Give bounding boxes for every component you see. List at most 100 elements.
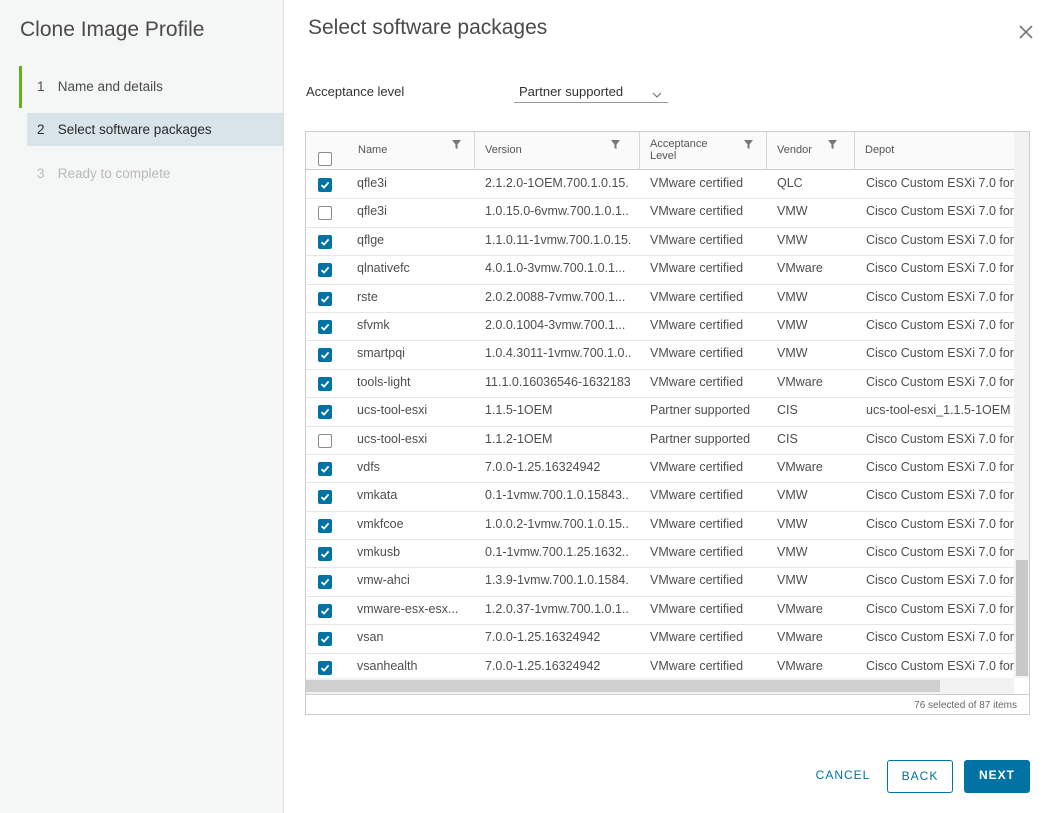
row-checkbox[interactable] [318,178,332,192]
table-row[interactable]: tools-light 11.1.0.16036546-16321839 VMwar… [306,370,1014,399]
cell-depot: Cisco Custom ESXi 7.0 for [866,374,1014,389]
cell-name: ucs-tool-esxi [357,431,428,446]
table-row[interactable]: sfvmk 2.0.0.1004-3vmw.700.1... VMware cert… [306,313,1014,342]
row-checkbox[interactable] [318,405,332,420]
cell-version: 7.0.0-1.25.16324942 [485,459,601,474]
cell-vendor: CIS [777,403,798,418]
row-checkbox[interactable] [318,348,332,363]
row-checkbox[interactable] [318,319,332,334]
cell-acceptance-level: VMware certified [650,630,744,645]
next-button[interactable]: NEXT [964,760,1030,793]
cancel-button[interactable]: CANCEL [810,760,876,793]
acceptance-level-label: Acceptance level [306,84,405,99]
table-row[interactable]: qflge 1.1.0.11-1vmw.700.1.0.15... VMware c… [306,228,1014,257]
column-label-line: Acceptance [650,138,708,150]
cell-vendor: VMW [777,488,808,503]
cell-vendor: VMW [777,317,808,332]
column-header-depot[interactable]: Depot [855,132,1014,170]
table-row[interactable]: rste 2.0.2.0088-7vmw.700.1... VMware certi… [306,285,1014,313]
table-row[interactable]: qfle3i 2.1.2.0-1OEM.700.1.0.15... VMware c… [306,171,1014,200]
table-row[interactable]: vsanhealth 7.0.0-1.25.16324942 VMware cert… [306,654,1014,678]
cell-acceptance-level: VMware certified [650,658,744,673]
cell-name: tools-light [357,374,411,389]
row-checkbox[interactable] [318,518,332,533]
row-checkbox[interactable] [318,206,332,221]
cell-version: 1.1.5-1OEM [485,403,553,418]
cell-depot: Cisco Custom ESXi 7.0 for [866,204,1014,219]
cell-name: smartpqi [357,346,405,361]
acceptance-level-value: Partner supported [519,84,624,99]
step-ready-to-complete: 3 Ready to complete [19,156,283,192]
cell-name: vdfs [357,459,380,474]
vertical-scrollbar[interactable] [1014,132,1029,678]
back-button[interactable]: BACK [887,760,953,793]
horizontal-scrollbar-thumb[interactable] [306,680,940,692]
cell-vendor: VMW [777,232,808,247]
column-header-vendor[interactable]: Vendor [767,132,855,170]
cell-vendor: VMware [777,459,823,474]
row-checkbox[interactable] [318,603,332,618]
column-header-version[interactable]: Version [475,132,640,170]
table-row[interactable]: qfle3i 1.0.15.0-6vmw.700.1.0.1... VMware c… [306,199,1014,228]
row-checkbox[interactable] [318,291,332,306]
table-row[interactable]: smartpqi 1.0.4.3011-1vmw.700.1.0... VMware… [306,341,1014,370]
cell-name: sfvmk [357,317,390,332]
row-checkbox[interactable] [318,490,332,505]
cell-acceptance-level: VMware certified [650,516,744,531]
filter-icon[interactable] [744,140,753,149]
column-header-name[interactable]: Name [348,132,475,170]
row-checkbox[interactable] [318,461,332,476]
table-row[interactable]: ucs-tool-esxi 1.1.5-1OEM Partner supported… [306,398,1014,427]
row-checkbox[interactable] [318,575,332,590]
cell-acceptance-level: VMware certified [650,204,744,219]
column-header-acceptance-level[interactable]: Acceptance Level [640,132,767,170]
datagrid-footer: 76 selected of 87 items [306,694,1029,714]
table-row[interactable]: vsan 7.0.0-1.25.16324942 VMware certified V… [306,625,1014,654]
table-row[interactable]: vmware-esx-esx... 1.2.0.37-1vmw.700.1.0.1… [306,597,1014,626]
acceptance-level-select[interactable]: Partner supported [514,82,668,103]
table-row[interactable]: vmw-ahci 1.3.9-1vmw.700.1.0.1584... VMware… [306,568,1014,597]
column-label: Version [485,144,522,156]
cell-vendor: VMW [777,204,808,219]
table-row[interactable]: vmkata 0.1-1vmw.700.1.0.15843... VMware ce… [306,483,1014,512]
column-label: Name [358,144,388,156]
horizontal-scrollbar[interactable] [306,678,1014,694]
chevron-down-icon [652,86,662,98]
table-row[interactable]: vmkusb 0.1-1vmw.700.1.25.1632... VMware ce… [306,540,1014,569]
filter-icon[interactable] [452,140,461,149]
filter-icon[interactable] [828,140,837,149]
cell-acceptance-level: Partner supported [650,431,751,446]
row-checkbox[interactable] [318,433,332,448]
step-number: 2 [37,122,45,137]
cell-name: rste [357,289,378,304]
cell-version: 0.1-1vmw.700.1.0.15843... [485,488,630,503]
row-checkbox[interactable] [318,263,332,278]
cell-name: ucs-tool-esxi [357,403,428,418]
select-all-checkbox[interactable] [318,152,332,166]
close-icon[interactable] [1017,23,1035,41]
table-row[interactable]: ucs-tool-esxi 1.1.2-1OEM Partner supported… [306,427,1014,455]
row-checkbox[interactable] [318,376,332,391]
cell-version: 2.0.0.1004-3vmw.700.1... [485,317,626,332]
table-row[interactable]: vdfs 7.0.0-1.25.16324942 VMware certified V… [306,455,1014,484]
step-select-software-packages[interactable]: 2 Select software packages [27,113,283,146]
cell-depot: Cisco Custom ESXi 7.0 for [866,261,1014,276]
filter-icon[interactable] [611,140,620,149]
vertical-scrollbar-thumb[interactable] [1016,560,1028,676]
cell-acceptance-level: VMware certified [650,374,744,389]
cell-vendor: VMware [777,630,823,645]
cell-version: 7.0.0-1.25.16324942 [485,658,601,673]
column-label: Depot [865,144,895,156]
table-row[interactable]: vmkfcoe 1.0.0.2-1vmw.700.1.0.15... VMware … [306,512,1014,541]
cell-name: vmkusb [357,545,401,560]
row-checkbox[interactable] [318,547,332,562]
cell-version: 1.1.2-1OEM [485,431,553,446]
row-checkbox[interactable] [318,234,332,249]
cell-depot: Cisco Custom ESXi 7.0 for [866,601,1014,616]
step-name-and-details[interactable]: 1 Name and details [19,66,283,108]
table-row[interactable]: qlnativefc 4.0.1.0-3vmw.700.1.0.1... VMwar… [306,256,1014,285]
row-checkbox[interactable] [318,660,332,675]
cell-vendor: VMware [777,374,823,389]
row-checkbox[interactable] [318,632,332,647]
cell-acceptance-level: Partner supported [650,403,751,418]
